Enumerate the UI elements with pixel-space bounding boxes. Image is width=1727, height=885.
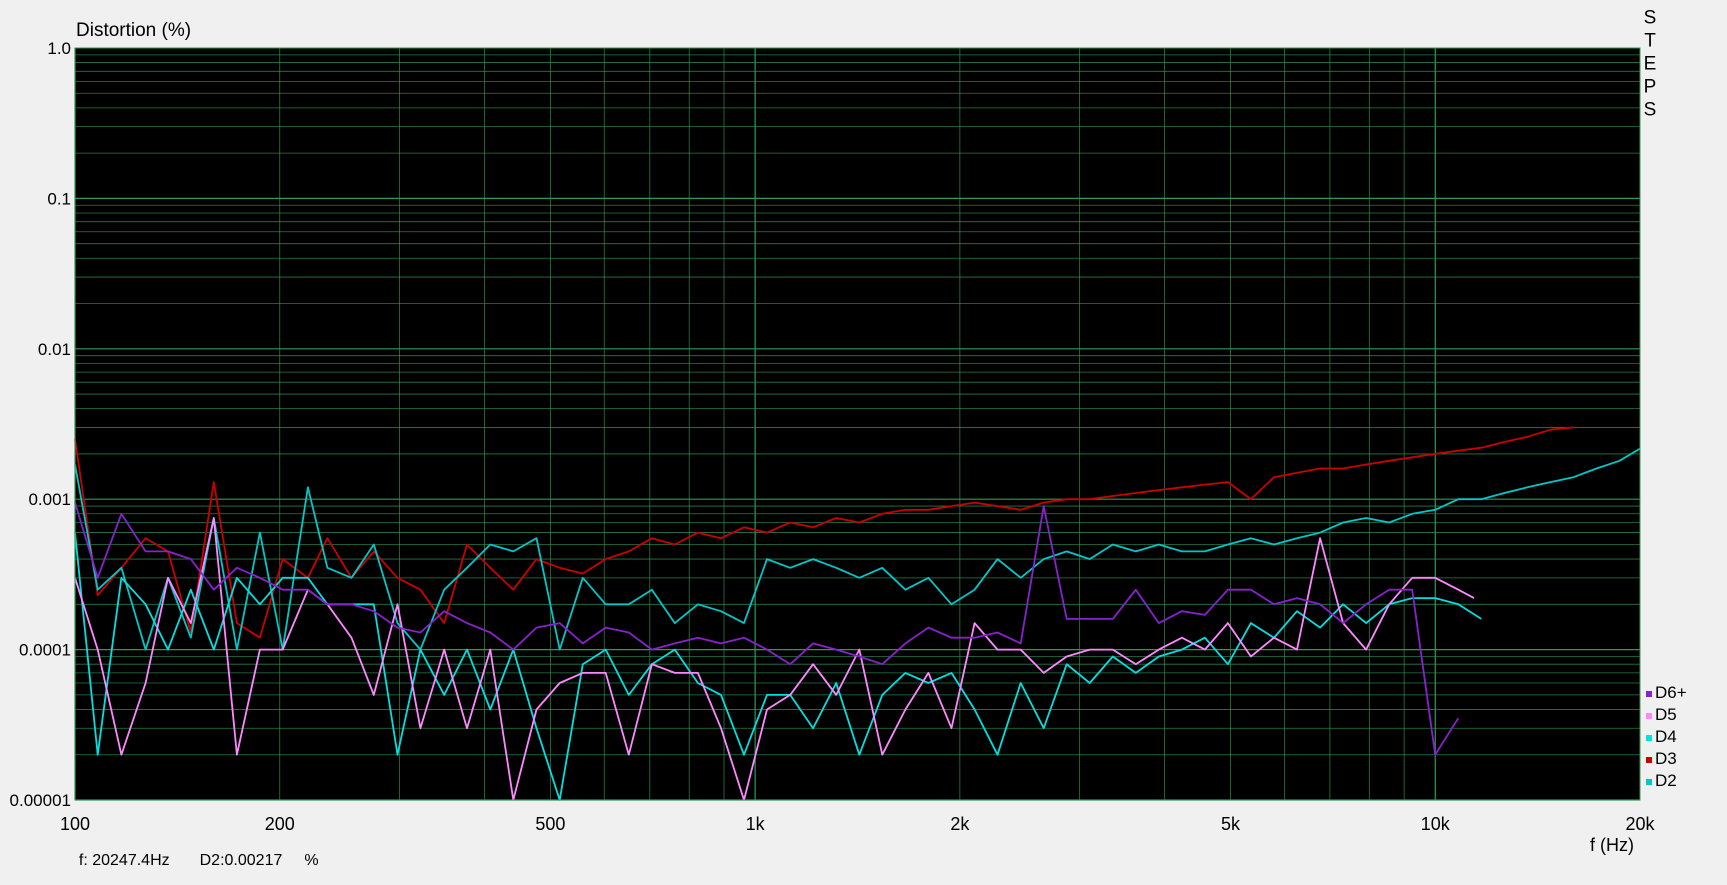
y-tick-label: 0.00001	[10, 791, 71, 810]
y-tick-label: 0.001	[28, 490, 71, 509]
y-tick-label: 1.0	[47, 39, 71, 58]
x-tick-label: 20k	[1625, 814, 1655, 834]
y-tick-labels: 1.0 0.1 0.01 0.001 0.0001 0.00001	[10, 39, 71, 810]
legend-swatch	[1646, 779, 1652, 785]
y-axis-label: Distortion (%)	[76, 20, 191, 41]
legend-swatch	[1646, 713, 1652, 719]
x-axis-label: f (Hz)	[1590, 835, 1634, 855]
legend-swatch	[1646, 691, 1652, 697]
x-tick-label: 500	[535, 814, 565, 834]
y-tick-label: 0.1	[47, 189, 71, 208]
y-tick-label: 0.01	[38, 340, 71, 359]
legend-label: D4	[1655, 727, 1677, 746]
legend-label: D3	[1655, 749, 1677, 768]
cursor-frequency: f: 20247.4Hz	[78, 852, 170, 869]
legend-swatch	[1646, 735, 1652, 741]
side-label-steps: STEPS	[1640, 8, 1661, 123]
y-tick-label: 0.0001	[19, 641, 71, 660]
plot-area	[75, 48, 1640, 800]
side-label-text: STEPS	[1640, 8, 1661, 123]
distortion-chart: Distortion (%) 100 200 500 1k 2k 5k 10k 20k 1.0…	[10, 8, 1687, 856]
x-tick-label: 1k	[746, 814, 766, 834]
legend: D6+ D5 D4 D3 D2	[1646, 683, 1687, 790]
legend-swatch	[1646, 757, 1652, 763]
x-tick-label: 2k	[950, 814, 970, 834]
legend-label: D6+	[1655, 683, 1687, 702]
cursor-unit: %	[304, 852, 319, 869]
x-tick-label: 100	[60, 814, 90, 834]
x-tick-label: 5k	[1221, 814, 1241, 834]
legend-label: D2	[1655, 771, 1677, 790]
x-tick-labels: 100 200 500 1k 2k 5k 10k 20k	[60, 814, 1656, 834]
legend-label: D5	[1655, 705, 1677, 724]
cursor-value: D2:0.00217	[199, 852, 283, 869]
x-tick-label: 200	[265, 814, 295, 834]
x-tick-label: 10k	[1421, 814, 1451, 834]
cursor-readout: f: 20247.4Hz D2:0.00217%	[70, 834, 319, 870]
